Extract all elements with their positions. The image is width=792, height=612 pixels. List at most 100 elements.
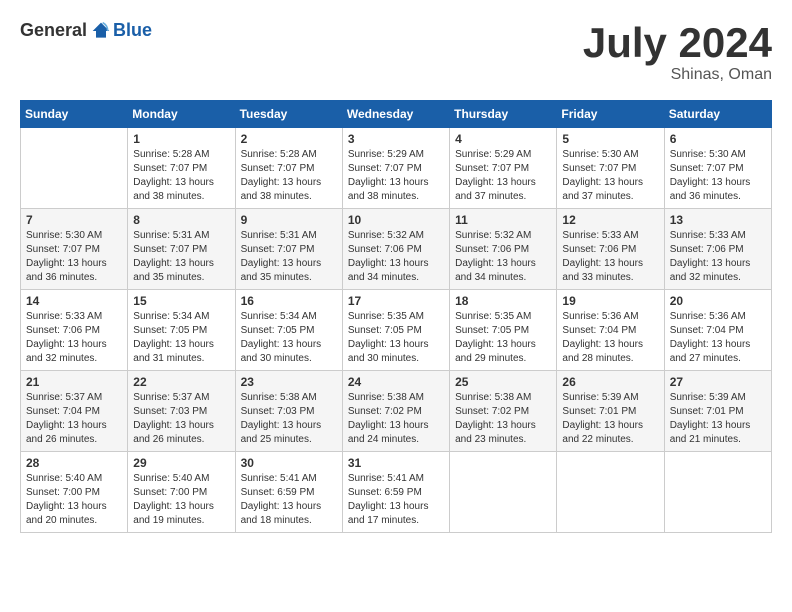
day-number: 14	[26, 294, 122, 308]
day-info: Sunrise: 5:40 AMSunset: 7:00 PMDaylight:…	[26, 472, 122, 528]
calendar-week-row: 28 Sunrise: 5:40 AMSunset: 7:00 PMDayligh…	[21, 452, 772, 533]
calendar-cell	[21, 128, 128, 209]
day-info: Sunrise: 5:29 AMSunset: 7:07 PMDaylight:…	[455, 148, 551, 204]
day-number: 1	[133, 132, 229, 146]
calendar-table: SundayMondayTuesdayWednesdayThursdayFrid…	[20, 100, 772, 533]
day-number: 10	[348, 213, 444, 227]
page-header: General Blue July 2024 Shinas, Oman	[20, 20, 772, 84]
calendar-cell: 1 Sunrise: 5:28 AMSunset: 7:07 PMDaylight…	[128, 128, 235, 209]
calendar-cell: 23 Sunrise: 5:38 AMSunset: 7:03 PMDayligh…	[235, 371, 342, 452]
calendar-cell	[450, 452, 557, 533]
calendar-cell: 8 Sunrise: 5:31 AMSunset: 7:07 PMDaylight…	[128, 209, 235, 290]
calendar-cell	[664, 452, 771, 533]
day-info: Sunrise: 5:31 AMSunset: 7:07 PMDaylight:…	[133, 229, 229, 285]
day-number: 22	[133, 375, 229, 389]
day-number: 18	[455, 294, 551, 308]
day-info: Sunrise: 5:38 AMSunset: 7:02 PMDaylight:…	[455, 391, 551, 447]
column-header-monday: Monday	[128, 101, 235, 128]
day-info: Sunrise: 5:32 AMSunset: 7:06 PMDaylight:…	[348, 229, 444, 285]
day-number: 17	[348, 294, 444, 308]
day-number: 16	[241, 294, 337, 308]
day-info: Sunrise: 5:33 AMSunset: 7:06 PMDaylight:…	[26, 310, 122, 366]
title-area: July 2024 Shinas, Oman	[583, 20, 772, 84]
calendar-cell: 6Sunrise: 5:30 AMSunset: 7:07 PMDaylight…	[664, 128, 771, 209]
day-info: Sunrise: 5:33 AMSunset: 7:06 PMDaylight:…	[562, 229, 658, 285]
day-info: Sunrise: 5:37 AMSunset: 7:04 PMDaylight:…	[26, 391, 122, 447]
column-header-saturday: Saturday	[664, 101, 771, 128]
day-info: Sunrise: 5:34 AMSunset: 7:05 PMDaylight:…	[133, 310, 229, 366]
column-header-tuesday: Tuesday	[235, 101, 342, 128]
calendar-cell: 19Sunrise: 5:36 AMSunset: 7:04 PMDayligh…	[557, 290, 664, 371]
day-number: 24	[348, 375, 444, 389]
logo-blue-text: Blue	[113, 20, 152, 41]
day-number: 4	[455, 132, 551, 146]
calendar-cell: 13 Sunrise: 5:33 AMSunset: 7:06 PMDayligh…	[664, 209, 771, 290]
calendar-cell: 14 Sunrise: 5:33 AMSunset: 7:06 PMDayligh…	[21, 290, 128, 371]
calendar-cell: 15Sunrise: 5:34 AMSunset: 7:05 PMDayligh…	[128, 290, 235, 371]
day-info: Sunrise: 5:30 AMSunset: 7:07 PMDaylight:…	[26, 229, 122, 285]
day-info: Sunrise: 5:30 AMSunset: 7:07 PMDaylight:…	[562, 148, 658, 204]
day-info: Sunrise: 5:36 AMSunset: 7:04 PMDaylight:…	[562, 310, 658, 366]
calendar-cell: 17 Sunrise: 5:35 AMSunset: 7:05 PMDayligh…	[342, 290, 449, 371]
day-info: Sunrise: 5:38 AMSunset: 7:03 PMDaylight:…	[241, 391, 337, 447]
day-number: 20	[670, 294, 766, 308]
day-number: 25	[455, 375, 551, 389]
day-info: Sunrise: 5:35 AMSunset: 7:05 PMDaylight:…	[348, 310, 444, 366]
day-number: 21	[26, 375, 122, 389]
calendar-cell	[557, 452, 664, 533]
day-number: 8	[133, 213, 229, 227]
column-header-thursday: Thursday	[450, 101, 557, 128]
column-header-friday: Friday	[557, 101, 664, 128]
day-info: Sunrise: 5:28 AMSunset: 7:07 PMDaylight:…	[241, 148, 337, 204]
day-number: 13	[670, 213, 766, 227]
calendar-week-row: 21 Sunrise: 5:37 AMSunset: 7:04 PMDayligh…	[21, 371, 772, 452]
logo-general-text: General	[20, 20, 87, 41]
calendar-cell: 4 Sunrise: 5:29 AMSunset: 7:07 PMDaylight…	[450, 128, 557, 209]
calendar-cell: 26Sunrise: 5:39 AMSunset: 7:01 PMDayligh…	[557, 371, 664, 452]
day-number: 27	[670, 375, 766, 389]
calendar-cell: 9 Sunrise: 5:31 AMSunset: 7:07 PMDaylight…	[235, 209, 342, 290]
day-info: Sunrise: 5:36 AMSunset: 7:04 PMDaylight:…	[670, 310, 766, 366]
day-info: Sunrise: 5:29 AMSunset: 7:07 PMDaylight:…	[348, 148, 444, 204]
calendar-cell: 7 Sunrise: 5:30 AMSunset: 7:07 PMDaylight…	[21, 209, 128, 290]
day-info: Sunrise: 5:32 AMSunset: 7:06 PMDaylight:…	[455, 229, 551, 285]
calendar-cell: 24Sunrise: 5:38 AMSunset: 7:02 PMDayligh…	[342, 371, 449, 452]
calendar-week-row: 14 Sunrise: 5:33 AMSunset: 7:06 PMDayligh…	[21, 290, 772, 371]
calendar-cell: 30Sunrise: 5:41 AMSunset: 6:59 PMDayligh…	[235, 452, 342, 533]
calendar-cell: 22Sunrise: 5:37 AMSunset: 7:03 PMDayligh…	[128, 371, 235, 452]
column-header-sunday: Sunday	[21, 101, 128, 128]
column-header-wednesday: Wednesday	[342, 101, 449, 128]
day-info: Sunrise: 5:35 AMSunset: 7:05 PMDaylight:…	[455, 310, 551, 366]
calendar-cell: 3Sunrise: 5:29 AMSunset: 7:07 PMDaylight…	[342, 128, 449, 209]
calendar-cell: 16 Sunrise: 5:34 AMSunset: 7:05 PMDayligh…	[235, 290, 342, 371]
day-number: 2	[241, 132, 337, 146]
day-number: 7	[26, 213, 122, 227]
calendar-cell: 12 Sunrise: 5:33 AMSunset: 7:06 PMDayligh…	[557, 209, 664, 290]
day-info: Sunrise: 5:39 AMSunset: 7:01 PMDaylight:…	[670, 391, 766, 447]
day-info: Sunrise: 5:34 AMSunset: 7:05 PMDaylight:…	[241, 310, 337, 366]
day-number: 5	[562, 132, 658, 146]
calendar-cell: 5 Sunrise: 5:30 AMSunset: 7:07 PMDaylight…	[557, 128, 664, 209]
calendar-week-row: 1 Sunrise: 5:28 AMSunset: 7:07 PMDaylight…	[21, 128, 772, 209]
day-number: 12	[562, 213, 658, 227]
day-number: 28	[26, 456, 122, 470]
calendar-cell: 31 Sunrise: 5:41 AMSunset: 6:59 PMDayligh…	[342, 452, 449, 533]
calendar-header-row: SundayMondayTuesdayWednesdayThursdayFrid…	[21, 101, 772, 128]
calendar-week-row: 7 Sunrise: 5:30 AMSunset: 7:07 PMDaylight…	[21, 209, 772, 290]
day-info: Sunrise: 5:31 AMSunset: 7:07 PMDaylight:…	[241, 229, 337, 285]
day-number: 31	[348, 456, 444, 470]
day-number: 11	[455, 213, 551, 227]
calendar-cell: 27 Sunrise: 5:39 AMSunset: 7:01 PMDayligh…	[664, 371, 771, 452]
day-info: Sunrise: 5:33 AMSunset: 7:06 PMDaylight:…	[670, 229, 766, 285]
day-info: Sunrise: 5:28 AMSunset: 7:07 PMDaylight:…	[133, 148, 229, 204]
day-info: Sunrise: 5:41 AMSunset: 6:59 PMDaylight:…	[348, 472, 444, 528]
day-number: 23	[241, 375, 337, 389]
logo-icon	[91, 21, 111, 41]
day-number: 6	[670, 132, 766, 146]
calendar-cell: 11 Sunrise: 5:32 AMSunset: 7:06 PMDayligh…	[450, 209, 557, 290]
calendar-cell: 21 Sunrise: 5:37 AMSunset: 7:04 PMDayligh…	[21, 371, 128, 452]
calendar-cell: 25 Sunrise: 5:38 AMSunset: 7:02 PMDayligh…	[450, 371, 557, 452]
logo: General Blue	[20, 20, 152, 41]
day-number: 9	[241, 213, 337, 227]
day-info: Sunrise: 5:39 AMSunset: 7:01 PMDaylight:…	[562, 391, 658, 447]
